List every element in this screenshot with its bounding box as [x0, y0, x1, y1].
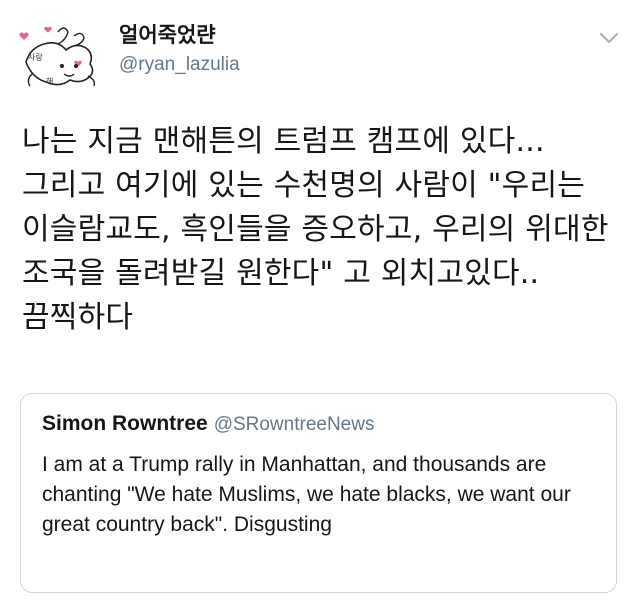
quoted-tweet-text: I am at a Trump rally in Manhattan, and … — [42, 453, 571, 536]
user-handle[interactable]: @ryan_lazulia — [119, 53, 240, 77]
svg-text:해: 해 — [46, 76, 53, 86]
svg-text:사랑: 사랑 — [28, 52, 43, 62]
tweet-text: 나는 지금 맨해튼의 트럼프 캠프에 있다... 그리고 여기에 있는 수천명의… — [22, 124, 609, 335]
chevron-down-icon[interactable] — [598, 30, 620, 46]
display-name[interactable]: 얼어죽었랸 — [119, 22, 216, 48]
avatar[interactable]: 사랑 해 — [18, 22, 102, 92]
avatar-drawing-icon: 사랑 해 — [19, 26, 96, 87]
tweet-header: 사랑 해 얼어죽었랸 @ryan_lazulia — [0, 0, 639, 100]
quoted-tweet-author: Simon Rowntree @SRowntreeNews — [42, 412, 374, 436]
quoted-display-name: Simon Rowntree — [42, 412, 208, 435]
quoted-tweet-card[interactable]: Simon Rowntree @SRowntreeNews I am at a T… — [20, 393, 617, 593]
quoted-user-handle: @SRowntreeNews — [213, 414, 375, 435]
